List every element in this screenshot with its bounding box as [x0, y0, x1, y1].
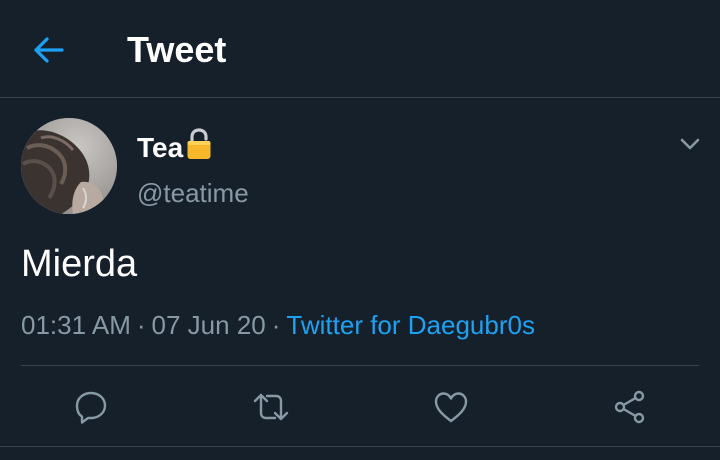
back-button[interactable]: [24, 28, 74, 72]
tweet-date: 07 Jun 20: [151, 310, 266, 340]
display-name: Tea: [137, 132, 184, 163]
top-bar: Tweet: [0, 0, 720, 98]
author-handle[interactable]: @teatime: [137, 178, 249, 209]
like-button[interactable]: [424, 380, 478, 434]
page-title: Tweet: [127, 29, 227, 70]
divider: [0, 446, 720, 447]
divider: [21, 365, 699, 366]
arrow-left-icon: [34, 37, 64, 63]
reply-button[interactable]: [64, 380, 118, 434]
separator: ·: [271, 310, 281, 340]
author-name-row[interactable]: Tea: [137, 127, 212, 166]
tweet-source-link[interactable]: Twitter for Daegubr0s: [286, 310, 535, 340]
lock-icon: [186, 127, 212, 165]
tweet-action-bar: [0, 380, 720, 434]
separator: ·: [136, 310, 146, 340]
tweet-metadata: 01:31 AM · 07 Jun 20 · Twitter for Daegubr0s: [21, 308, 535, 342]
more-options-button[interactable]: [676, 132, 704, 156]
tweet-text: Mierda: [21, 243, 138, 285]
chevron-down-icon: [680, 138, 700, 150]
reply-icon: [75, 391, 107, 424]
share-button[interactable]: [603, 380, 657, 434]
heart-icon: [434, 392, 468, 423]
retweet-icon: [253, 393, 289, 421]
retweet-button[interactable]: [244, 380, 298, 434]
share-icon: [614, 390, 645, 424]
avatar[interactable]: [21, 118, 117, 214]
avatar-image: [21, 118, 117, 214]
tweet-detail-screen: Tweet Tea @teatime Mierda 01:31 AM · 07 …: [0, 0, 720, 460]
tweet-time: 01:31 AM: [21, 310, 131, 340]
